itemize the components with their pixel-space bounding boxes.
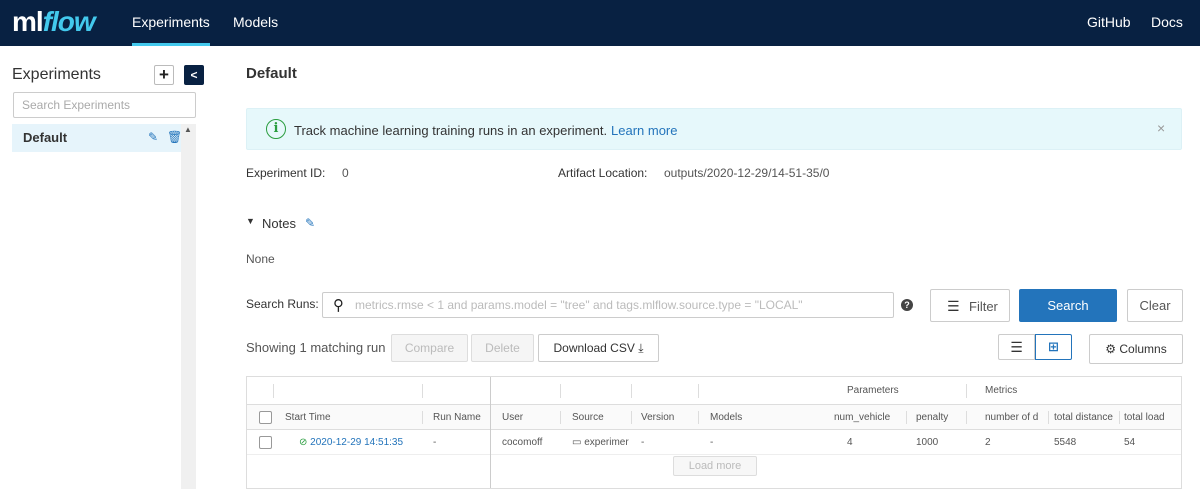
matching-runs-count: Showing 1 matching run [246, 340, 386, 355]
page-title: Default [246, 65, 297, 82]
info-banner: i Track machine learning training runs i… [246, 108, 1182, 150]
source-cell[interactable]: ▭ experimer [572, 430, 632, 454]
sidebar-scrollbar[interactable]: ▲ [181, 124, 196, 489]
pinned-column-divider [490, 377, 491, 488]
help-icon[interactable]: ? [901, 299, 913, 311]
close-icon[interactable]: × [1157, 120, 1165, 136]
list-view-icon[interactable]: ☰ [998, 334, 1035, 360]
scroll-up-icon[interactable]: ▲ [184, 125, 192, 134]
nav-models[interactable]: Models [233, 0, 278, 46]
columns-button[interactable]: ⚙ Columns [1089, 334, 1183, 364]
top-nav-bar: mlflow Experiments Models GitHub Docs [0, 0, 1200, 46]
total-load-cell: 54 [1124, 437, 1136, 448]
row-checkbox[interactable] [259, 436, 272, 449]
columns-label: Columns [1119, 342, 1167, 356]
delete-button[interactable]: Delete [471, 334, 534, 362]
edit-experiment-icon[interactable]: ✎ [148, 130, 158, 144]
success-icon: ⊘ [299, 437, 311, 448]
artifact-location-value: outputs/2020-12-29/14-51-35/0 [664, 166, 830, 180]
download-csv-button[interactable]: Download CSV ⤓ [538, 334, 659, 362]
select-all-checkbox[interactable] [259, 411, 272, 424]
add-experiment-button[interactable]: + [154, 65, 174, 85]
col-number-of-d[interactable]: number of d [985, 405, 1048, 429]
filter-label: Filter [969, 299, 998, 314]
run-name-cell: - [433, 437, 437, 448]
info-icon: i [266, 119, 286, 139]
metrics-group-label: Metrics [985, 385, 1018, 396]
download-icon: ⤓ [634, 341, 644, 355]
start-time-cell[interactable]: ⊘ 2020-12-29 14:51:35 [299, 430, 419, 454]
download-csv-label: Download CSV [553, 341, 635, 355]
col-user[interactable]: User [502, 405, 557, 429]
experiment-id-value: 0 [342, 166, 349, 180]
gear-icon: ⚙ [1105, 342, 1120, 356]
table-row: ⊘ 2020-12-29 14:51:35 - cocomoff ▭ exper… [247, 430, 1181, 455]
col-total-distance[interactable]: total distance [1054, 405, 1119, 429]
search-icon: ⚲ [333, 297, 344, 314]
sidebar-title: Experiments [12, 66, 101, 83]
search-experiments-input[interactable] [13, 92, 196, 118]
total-distance-cell: 5548 [1054, 437, 1077, 448]
table-header-row: Start Time Run Name User Source Version … [247, 405, 1181, 430]
nav-experiments[interactable]: Experiments [132, 0, 210, 46]
col-models[interactable]: Models [710, 405, 830, 429]
number-of-d-cell: 2 [985, 437, 991, 448]
compare-button[interactable]: Compare [391, 334, 468, 362]
mlflow-logo[interactable]: mlflow [12, 6, 96, 38]
sidebar-item-label: Default [23, 130, 68, 145]
caret-down-icon[interactable]: ▼ [246, 216, 255, 226]
experiment-list: Default ✎ 🗑 ▲ [12, 124, 198, 489]
grid-view-icon[interactable]: ⊞ [1035, 334, 1072, 360]
search-runs-box: ⚲ [322, 292, 894, 318]
col-penalty[interactable]: penalty [916, 405, 966, 429]
filter-icon: ☰ [947, 298, 960, 314]
logo-ml: ml [12, 6, 44, 37]
experiment-main: Default i Track machine learning trainin… [246, 46, 1186, 489]
run-start-time-link[interactable]: 2020-12-29 14:51:35 [310, 437, 403, 448]
models-cell: - [710, 437, 714, 448]
col-run-name[interactable]: Run Name [433, 405, 489, 429]
parameters-group-label: Parameters [847, 385, 899, 396]
load-more-button[interactable]: Load more [673, 456, 757, 476]
search-button[interactable]: Search [1019, 289, 1117, 322]
col-total-load[interactable]: total load [1124, 405, 1179, 429]
collapse-sidebar-button[interactable]: < [184, 65, 204, 85]
delete-experiment-icon[interactable]: 🗑 [167, 130, 182, 144]
learn-more-link[interactable]: Learn more [611, 123, 677, 138]
user-cell: cocomoff [502, 437, 543, 448]
filter-button[interactable]: ☰ Filter [930, 289, 1010, 322]
notes-value: None [246, 252, 275, 266]
num-vehicle-cell: 4 [847, 437, 853, 448]
logo-flow: flow [42, 6, 96, 37]
experiment-id-label: Experiment ID: [246, 166, 326, 180]
clear-button[interactable]: Clear [1127, 289, 1183, 322]
banner-text: Track machine learning training runs in … [294, 123, 608, 138]
notes-toggle[interactable]: Notes [262, 216, 296, 231]
experiments-sidebar: Experiments + < Default ✎ 🗑 ▲ [0, 46, 210, 489]
penalty-cell: 1000 [916, 437, 939, 448]
col-source[interactable]: Source [572, 405, 630, 429]
col-start-time[interactable]: Start Time [285, 405, 415, 429]
source-value: experimer [584, 437, 629, 448]
edit-notes-icon[interactable]: ✎ [305, 216, 315, 230]
col-num-vehicle[interactable]: num_vehicle [834, 405, 904, 429]
runs-table: Parameters Metrics Start Time Run Name U… [246, 376, 1182, 489]
search-runs-input[interactable] [355, 293, 885, 317]
sidebar-item-default[interactable]: Default ✎ 🗑 [12, 124, 182, 152]
artifact-location-label: Artifact Location: [558, 166, 648, 180]
nav-github[interactable]: GitHub [1087, 0, 1131, 46]
nav-docs[interactable]: Docs [1151, 0, 1183, 46]
col-version[interactable]: Version [641, 405, 696, 429]
version-cell: - [641, 437, 645, 448]
search-runs-label: Search Runs: [246, 297, 319, 311]
table-group-header: Parameters Metrics [247, 377, 1181, 405]
laptop-icon: ▭ [572, 437, 585, 448]
